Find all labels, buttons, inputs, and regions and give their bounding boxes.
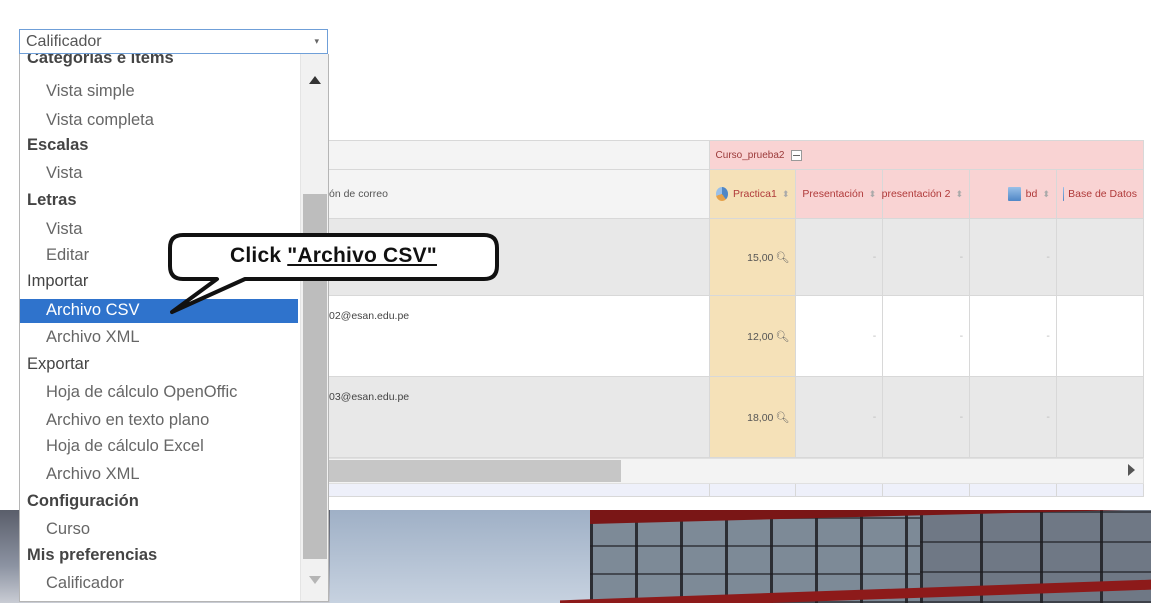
menu-item-preferencias-calificador[interactable]: Calificador: [20, 572, 298, 596]
menu-group-categorias: Categorías e ítems: [27, 54, 174, 67]
report-select-value: Calificador: [26, 33, 102, 50]
menu-item-vista-simple[interactable]: Vista simple: [20, 80, 298, 104]
menu-item-configuracion-curso[interactable]: Curso: [20, 518, 298, 542]
horizontal-scrollbar[interactable]: [322, 458, 1144, 484]
menu-group-preferencias: Mis preferencias: [27, 546, 158, 564]
report-select-dropdown[interactable]: Categorías e ítems Vista simple Vista co…: [19, 54, 329, 602]
category-email-spacer: [322, 140, 710, 170]
grade-cell[interactable]: -: [795, 218, 884, 296]
grade-cell[interactable]: 15,00 🔍︎: [708, 218, 797, 296]
sort-updown-icon[interactable]: ⬍: [956, 189, 964, 199]
column-header-presentacion[interactable]: Presentación ⬍: [795, 169, 884, 219]
column-header-base-de-datos[interactable]: Base de Datos: [1055, 169, 1145, 219]
grade-cell[interactable]: 12,00 🔍︎: [708, 295, 797, 377]
menu-group-letras: Letras: [27, 191, 77, 209]
category-row: Curso_prueba2: [322, 140, 1145, 170]
magnifier-icon[interactable]: 🔍︎: [775, 331, 789, 343]
scroll-right-icon[interactable]: [1128, 464, 1135, 476]
callout-text: Click "Archivo CSV": [230, 244, 437, 267]
dropdown-scrollbar[interactable]: [300, 54, 328, 601]
category-name: Curso_prueba2: [715, 150, 785, 161]
menu-group-configuracion: Configuración: [27, 492, 139, 510]
grade-cell[interactable]: [1055, 376, 1145, 458]
grade-cell[interactable]: -: [795, 376, 884, 458]
menu-item-vista-completa[interactable]: Vista completa: [20, 109, 298, 133]
menu-group-exportar: Exportar: [27, 355, 90, 373]
magnifier-icon[interactable]: 🔍︎: [775, 252, 789, 264]
scroll-down-icon[interactable]: [309, 576, 321, 584]
menu-item-exportar-excel[interactable]: Hoja de cálculo Excel: [20, 435, 298, 459]
magnifier-icon[interactable]: 🔍︎: [775, 412, 789, 424]
instruction-callout: Click "Archivo CSV": [167, 232, 500, 314]
report-select[interactable]: Calificador ▾: [19, 29, 328, 54]
collapse-minus-icon[interactable]: [791, 149, 803, 161]
email-column-header: ón de correo: [322, 169, 710, 219]
horizontal-scroll-thumb[interactable]: [323, 460, 621, 482]
column-header-row: ón de correo Practica1 ⬍ Presentación ⬍ pr…: [322, 169, 1145, 219]
scroll-up-icon[interactable]: [309, 76, 321, 84]
menu-item-exportar-texto[interactable]: Archivo en texto plano: [20, 409, 298, 433]
menu-item-exportar-openoffice[interactable]: Hoja de cálculo OpenOffic: [20, 381, 298, 405]
grade-item-icon: [715, 187, 729, 201]
menu-item-escalas-vista[interactable]: Vista: [20, 162, 298, 186]
chevron-down-icon[interactable]: ▾: [314, 36, 319, 47]
sort-updown-icon[interactable]: ⬍: [782, 189, 790, 199]
grade-cell[interactable]: -: [795, 295, 884, 377]
category-cell: Curso_prueba2: [708, 140, 1145, 170]
grade-cell[interactable]: -: [882, 376, 971, 458]
column-header-bd[interactable]: bd ⬍: [969, 169, 1057, 219]
grade-cell[interactable]: -: [882, 295, 971, 377]
table-row: 03@esan.edu.pe 18,00 🔍︎ - - -: [322, 376, 1145, 458]
grade-cell[interactable]: -: [969, 295, 1057, 377]
grade-cell[interactable]: [1055, 218, 1145, 296]
column-header-practica1[interactable]: Practica1 ⬍: [708, 169, 797, 219]
grade-cell[interactable]: [1055, 295, 1145, 377]
grader-table: Curso_prueba2 ón de correo Practica1 ⬍ Pr…: [322, 140, 1145, 497]
email-cell: 03@esan.edu.pe: [322, 376, 710, 458]
grade-cell[interactable]: -: [969, 376, 1057, 458]
column-header-presentacion2[interactable]: presentación 2 ⬍: [882, 169, 971, 219]
menu-item-exportar-xml[interactable]: Archivo XML: [20, 463, 298, 487]
photo-sky: [330, 510, 590, 603]
grade-cell[interactable]: -: [882, 218, 971, 296]
grade-cell[interactable]: 18,00 🔍︎: [708, 376, 797, 458]
sort-updown-icon[interactable]: ⬍: [869, 189, 877, 199]
menu-group-escalas: Escalas: [27, 136, 89, 154]
grade-cell[interactable]: -: [969, 218, 1057, 296]
grade-item-icon: [1007, 187, 1021, 201]
sort-updown-icon[interactable]: ⬍: [1042, 189, 1050, 199]
menu-item-importar-xml[interactable]: Archivo XML: [20, 326, 298, 350]
